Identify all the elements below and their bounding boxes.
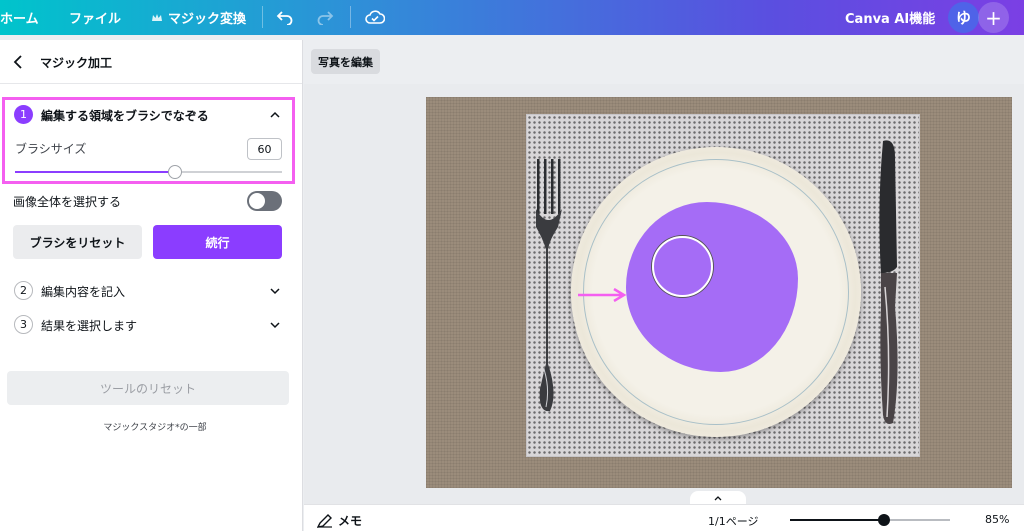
photo-canvas[interactable]: [426, 97, 1012, 488]
step2-number: 2: [14, 281, 33, 300]
canva-ai-button[interactable]: Canva AI機能: [845, 0, 935, 35]
magic-switch-menu[interactable]: マジック変換: [151, 0, 246, 35]
fork-image: [536, 159, 562, 412]
collapse-panel-tab[interactable]: [690, 491, 746, 505]
brush-size-slider-fill: [15, 171, 176, 173]
undo-button[interactable]: [272, 4, 298, 30]
chevron-up-icon[interactable]: [270, 110, 280, 120]
continue-button[interactable]: 続行: [153, 225, 282, 259]
knife-image: [879, 140, 898, 424]
panel-header: マジック加工: [0, 40, 302, 84]
back-arrow-icon[interactable]: [12, 54, 26, 70]
redo-button[interactable]: [312, 4, 338, 30]
save-status-button[interactable]: [362, 4, 388, 30]
toggle-knob: [249, 193, 265, 209]
top-bar: ホーム ファイル マジック変換 Canva AI機能 ゆ +: [0, 0, 1024, 35]
canva-ai-label: Canva AI機能: [845, 12, 936, 27]
magic-studio-note: マジックスタジオ*の一部: [103, 423, 207, 433]
zoom-level[interactable]: 85%: [985, 513, 1009, 526]
edit-photo-button[interactable]: 写真を編集: [311, 49, 380, 74]
tool-reset-button[interactable]: ツールのリセット: [7, 371, 289, 405]
step3-label[interactable]: 結果を選択します: [41, 317, 137, 334]
file-menu[interactable]: ファイル: [69, 0, 121, 35]
plus-icon: +: [985, 5, 1002, 30]
zoom-slider-thumb[interactable]: [878, 514, 891, 526]
file-label: ファイル: [69, 12, 122, 27]
brush-size-input[interactable]: 60: [247, 138, 282, 160]
panel-title: マジック加工: [40, 56, 113, 70]
step3-number: 3: [14, 315, 33, 334]
redo-icon: [317, 11, 334, 25]
page-count[interactable]: 1/1ページ: [708, 513, 758, 529]
magic-edit-panel: マジック加工 1 編集する領域をブラシでなぞる ブラシサイズ 60 画像全体を選…: [0, 40, 303, 531]
step2-label[interactable]: 編集内容を記入: [41, 283, 125, 300]
brush-size-label: ブラシサイズ: [15, 142, 87, 156]
memo-label: メモ: [338, 514, 363, 528]
memo-button[interactable]: メモ: [317, 512, 362, 529]
brush-size-slider[interactable]: [15, 165, 282, 179]
undo-icon: [276, 11, 293, 25]
zoom-slider-fill: [790, 519, 885, 521]
add-button[interactable]: +: [978, 2, 1009, 33]
chevron-up-icon: [714, 496, 722, 501]
select-all-label: 画像全体を選択する: [13, 195, 122, 209]
reset-brush-button[interactable]: ブラシをリセット: [13, 225, 142, 259]
crown-icon: [152, 13, 162, 21]
chevron-down-icon[interactable]: [270, 286, 280, 296]
brush-cursor: [652, 236, 713, 297]
step1-label[interactable]: 編集する領域をブラシでなぞる: [41, 107, 209, 124]
separator: [350, 6, 351, 28]
zoom-slider[interactable]: [790, 514, 950, 526]
pencil-icon: [317, 513, 332, 528]
pointer-arrow-icon: [578, 288, 627, 302]
magic-switch-label: マジック変換: [168, 12, 247, 27]
step1-number: 1: [14, 105, 33, 124]
cloud-check-icon: [365, 10, 385, 24]
avatar-initial: ゆ: [955, 9, 971, 27]
home-menu[interactable]: ホーム: [0, 0, 39, 35]
chevron-down-icon[interactable]: [270, 320, 280, 330]
home-label: ホーム: [0, 12, 39, 27]
select-all-toggle[interactable]: [247, 191, 282, 211]
avatar[interactable]: ゆ: [948, 2, 979, 33]
separator: [262, 6, 263, 28]
bottom-bar: メモ 1/1ページ 85%: [304, 504, 1024, 531]
